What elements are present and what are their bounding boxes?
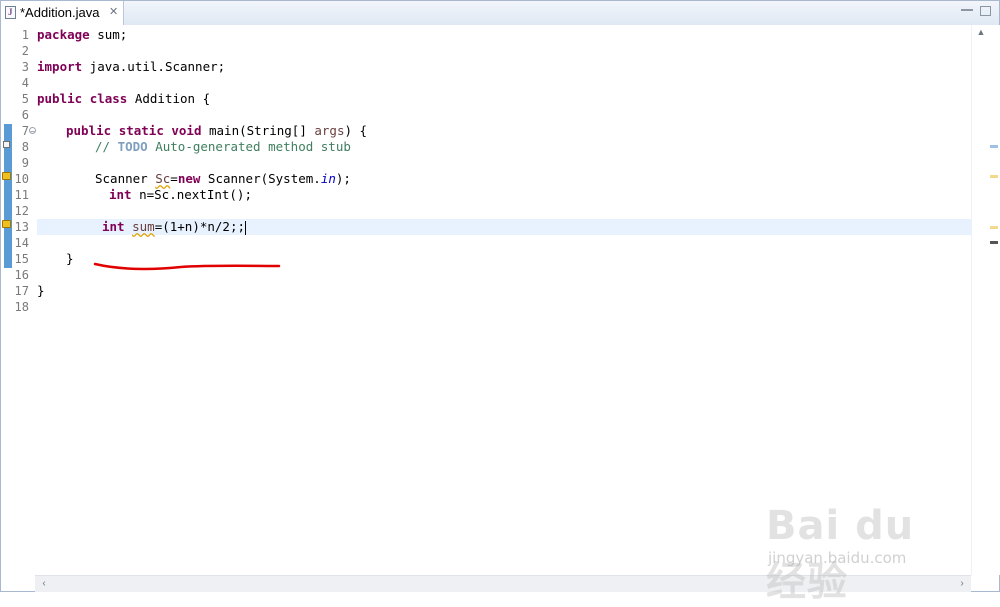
line-number: 1: [21, 28, 29, 42]
code-line-3: import java.util.Scanner;: [37, 59, 226, 74]
scroll-up-icon[interactable]: ▲: [975, 27, 987, 39]
text-cursor: [245, 220, 246, 235]
overview-ruler[interactable]: [971, 25, 1000, 575]
fold-toggle-icon[interactable]: −: [29, 127, 36, 136]
code-line-11: int n=Sc.nextInt();: [109, 187, 252, 202]
line-number: 18: [14, 300, 29, 314]
maximize-icon[interactable]: [980, 6, 991, 16]
overview-marker[interactable]: [990, 175, 998, 178]
line-number-gutter: 1 2 3 4 5 6 7 8 9 10 11 12 13 14 15 16 1…: [13, 25, 35, 575]
code-editor[interactable]: 1 2 3 4 5 6 7 8 9 10 11 12 13 14 15 16 1…: [1, 25, 1000, 575]
code-line-5: public class Addition {: [37, 91, 211, 106]
line-number: 2: [21, 44, 29, 58]
overview-marker[interactable]: [990, 145, 998, 148]
line-number: 3: [21, 60, 29, 74]
line-number: 4: [21, 76, 29, 90]
line-number: 10: [14, 172, 29, 186]
red-annotation-underline: [93, 262, 281, 271]
line-number: 8: [21, 140, 29, 154]
horizontal-scrollbar[interactable]: ‹ ›: [35, 575, 971, 592]
code-line-1: package sum;: [37, 27, 128, 42]
line-number: 9: [21, 156, 29, 170]
warning-marker-icon[interactable]: [1, 170, 12, 181]
line-number: 15: [14, 252, 29, 266]
tab-title: *Addition.java: [20, 5, 100, 20]
line-number: 12: [14, 204, 29, 218]
line-number: 11: [14, 188, 29, 202]
java-file-icon: [5, 6, 16, 19]
code-line-17: }: [37, 283, 45, 298]
overview-marker[interactable]: [990, 226, 998, 229]
annotation-ruler: [1, 25, 13, 575]
line-number: 13: [14, 220, 29, 234]
code-line-13: int sum=(1+n)*n/2;;: [102, 219, 246, 235]
line-number: 7: [21, 124, 29, 138]
line-number: 5: [21, 92, 29, 106]
code-line-7: public static void main(String[] args) {: [66, 123, 368, 138]
line-number: 17: [14, 284, 29, 298]
scroll-left-icon[interactable]: ‹: [37, 577, 51, 591]
ruler-corner: [1, 575, 35, 591]
code-text-area[interactable]: package sum; import java.util.Scanner; p…: [37, 25, 971, 575]
edit-marker-icon[interactable]: [1, 139, 12, 150]
overview-marker[interactable]: [990, 241, 998, 244]
line-number: 16: [14, 268, 29, 282]
tab-addition-java[interactable]: *Addition.java ✕: [1, 1, 124, 25]
line-number: 14: [14, 236, 29, 250]
close-icon[interactable]: ✕: [109, 5, 118, 18]
scroll-right-icon[interactable]: ›: [955, 577, 969, 591]
line-number: 6: [21, 108, 29, 122]
code-line-15: }: [66, 251, 74, 266]
warning-marker-icon[interactable]: [1, 218, 12, 229]
code-line-8: // TODO Auto-generated method stub: [95, 139, 351, 154]
minimize-icon[interactable]: [961, 9, 973, 11]
editor-tab-bar: *Addition.java ✕: [1, 1, 999, 26]
code-line-10: Scanner Sc=new Scanner(System.in);: [95, 171, 351, 186]
editor-window: *Addition.java ✕ 1 2 3 4 5 6 7 8 9 10 11…: [0, 0, 1000, 605]
